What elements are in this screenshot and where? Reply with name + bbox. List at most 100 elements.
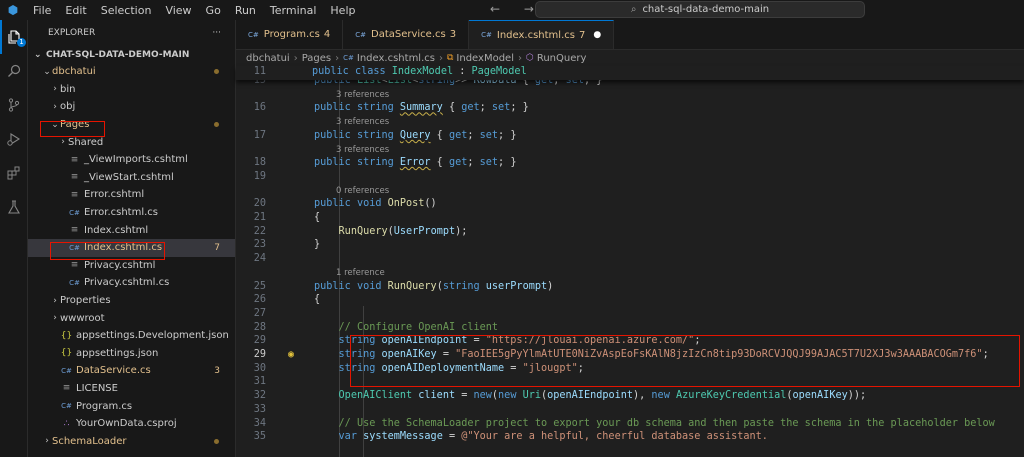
workspace-root[interactable]: ⌄ CHAT-SQL-DATA-DEMO-MAIN — [28, 46, 235, 63]
codelens-label[interactable]: 0 references — [336, 184, 389, 198]
tab-program-cs[interactable]: C# Program.cs 4 — [236, 20, 344, 49]
tree-item-wwwroot[interactable]: › wwwroot — [28, 309, 235, 327]
tree-item--viewimports-cshtml[interactable]: ≡ _ViewImports.cshtml — [28, 151, 235, 169]
code-text: public string Summary { get; set; } — [314, 101, 529, 115]
codelens-references[interactable]: 3 references — [236, 88, 1024, 102]
run-debug-icon[interactable] — [0, 122, 28, 156]
menu-item-view[interactable]: View — [165, 4, 191, 17]
code-line[interactable]: 16 public string Summary { get; set; } — [236, 101, 1024, 115]
more-actions-icon[interactable]: ··· — [212, 28, 221, 38]
menu-item-help[interactable]: Help — [330, 4, 355, 17]
explorer-icon[interactable]: 1 — [0, 20, 28, 54]
code-token: ; — [467, 129, 480, 141]
tree-item-error-cshtml[interactable]: ≡ Error.cshtml — [28, 186, 235, 204]
tree-item-index-cshtml[interactable]: ≡ Index.cshtml — [28, 221, 235, 239]
menu-item-selection[interactable]: Selection — [101, 4, 152, 17]
codelens-label[interactable]: 3 references — [336, 88, 389, 102]
tree-item-dataservice-cs[interactable]: C# DataService.cs 3 — [28, 362, 235, 380]
code-token: systemMessage — [363, 431, 443, 443]
line-number: 27 — [253, 307, 266, 319]
code-line[interactable]: 23} — [236, 238, 1024, 252]
explorer-sidebar: EXPLORER ··· ⌄ CHAT-SQL-DATA-DEMO-MAIN ⌄… — [28, 20, 236, 457]
tree-item-schemaloader[interactable]: › SchemaLoader — [28, 432, 235, 450]
codelens-references[interactable]: 0 references — [236, 184, 1024, 198]
explorer-header: EXPLORER ··· — [28, 20, 235, 46]
method-symbol-icon: ⬡ — [525, 53, 534, 63]
codelens-references[interactable]: 1 reference — [236, 266, 1024, 280]
line-number: 28 — [253, 321, 266, 333]
tab-dataservice-cs[interactable]: C# DataService.cs 3 — [343, 20, 470, 49]
breadcrumb-item[interactable]: Pages — [302, 53, 331, 64]
tree-item-error-cshtml-cs[interactable]: C# Error.cshtml.cs — [28, 204, 235, 222]
menu-item-run[interactable]: Run — [235, 4, 256, 17]
menu-item-edit[interactable]: Edit — [65, 4, 86, 17]
explorer-title: EXPLORER — [48, 28, 96, 38]
search-view-icon[interactable] — [0, 54, 28, 88]
tree-item-bin[interactable]: › bin — [28, 81, 235, 99]
text-file-icon: ≡ — [70, 225, 79, 236]
code-line[interactable]: 17 public string Query { get; set; } — [236, 129, 1024, 143]
breadcrumb-item[interactable]: IndexModel — [456, 53, 514, 64]
testing-icon[interactable] — [0, 190, 28, 224]
code-line[interactable]: 26 { — [236, 293, 1024, 307]
chevron-right-icon: › — [45, 436, 49, 447]
lightbulb-icon[interactable]: ◉ — [288, 348, 294, 362]
tree-item-label: LICENSE — [76, 382, 118, 394]
code-token: ); — [455, 225, 468, 237]
source-control-icon[interactable] — [0, 88, 28, 122]
title-bar: ⬢ File Edit Selection View Go Run Terminal Help… — [0, 0, 1024, 20]
extensions-icon[interactable] — [0, 156, 28, 190]
chevron-down-icon: ⌄ — [43, 66, 51, 77]
tree-item-label: _ViewStart.cshtml — [84, 171, 174, 183]
code-text: RunQuery(UserPrompt); — [314, 225, 468, 239]
code-line[interactable]: 18 public string Error { get; set; } — [236, 156, 1024, 170]
tree-item-appsettings-json[interactable]: {} appsettings.json — [28, 345, 235, 363]
breadcrumb-item[interactable]: dbchatui — [246, 53, 290, 64]
problem-count: 7 — [214, 242, 220, 253]
code-line[interactable]: 20 public void OnPost() — [236, 197, 1024, 211]
code-line[interactable]: 34 // Use the SchemaLoader project to ex… — [236, 417, 1024, 431]
code-token: string — [356, 129, 400, 141]
tree-item--viewstart-cshtml[interactable]: ≡ _ViewStart.cshtml — [28, 169, 235, 187]
tree-item-label: bin — [60, 83, 76, 95]
tree-item-obj[interactable]: › obj — [28, 98, 235, 116]
tree-item-yourowndata-csproj[interactable]: ∴ YourOwnData.csproj — [28, 415, 235, 433]
unsaved-dot-icon[interactable]: ● — [593, 30, 601, 40]
menu-item-terminal[interactable]: Terminal — [270, 4, 317, 17]
code-line[interactable]: 21 { — [236, 211, 1024, 225]
code-line[interactable]: 27 — [236, 307, 1024, 321]
tree-item-appsettings-development-json[interactable]: {} appsettings.Development.json — [28, 327, 235, 345]
tree-item-license[interactable]: ≡ LICENSE — [28, 380, 235, 398]
code-token: get — [448, 129, 468, 141]
codelens-references[interactable]: 3 references — [236, 115, 1024, 129]
codelens-references[interactable]: 3 references — [236, 143, 1024, 157]
tab-index-cshtml-cs[interactable]: C# Index.cshtml.cs 7 ● — [469, 20, 615, 49]
code-line[interactable]: 32 OpenAIClient client = new(new Uri(ope… — [236, 389, 1024, 403]
code-text: { — [314, 293, 320, 307]
code-text: public string Error { get; set; } — [314, 156, 516, 170]
tab-label: Program.cs — [263, 29, 320, 40]
breadcrumb-item[interactable]: Index.cshtml.cs — [357, 53, 435, 64]
codelens-label[interactable]: 1 reference — [336, 266, 385, 280]
tree-item-privacy-cshtml-cs[interactable]: C# Privacy.cshtml.cs — [28, 274, 235, 292]
menu-item-go[interactable]: Go — [206, 4, 221, 17]
code-line[interactable]: 25 public void RunQuery(string userPrompt… — [236, 280, 1024, 294]
code-line[interactable]: 33 — [236, 403, 1024, 417]
codelens-label[interactable]: 3 references — [336, 115, 389, 129]
tree-item-properties[interactable]: › Properties — [28, 292, 235, 310]
code-line[interactable]: 19 — [236, 170, 1024, 184]
code-line[interactable]: 28 // Configure OpenAI client — [236, 321, 1024, 335]
code-text: // Configure OpenAI client — [314, 321, 498, 335]
command-center-search[interactable]: ⌕ chat-sql-data-demo-main — [535, 1, 865, 18]
code-line[interactable]: 24 — [236, 252, 1024, 266]
breadcrumb-item[interactable]: RunQuery — [537, 53, 587, 64]
code-token: UserPrompt — [393, 225, 456, 237]
code-line[interactable]: 35 var systemMessage = @"Your are a help… — [236, 430, 1024, 444]
code-token: // Configure OpenAI client — [338, 321, 499, 333]
tree-item-program-cs[interactable]: C# Program.cs — [28, 397, 235, 415]
tree-item-dbchatui[interactable]: ⌄ dbchatui — [28, 63, 235, 81]
code-line[interactable]: 22 RunQuery(UserPrompt); — [236, 225, 1024, 239]
code-token: { — [314, 212, 321, 223]
codelens-label[interactable]: 3 references — [336, 143, 389, 157]
menu-item-file[interactable]: File — [33, 4, 51, 17]
